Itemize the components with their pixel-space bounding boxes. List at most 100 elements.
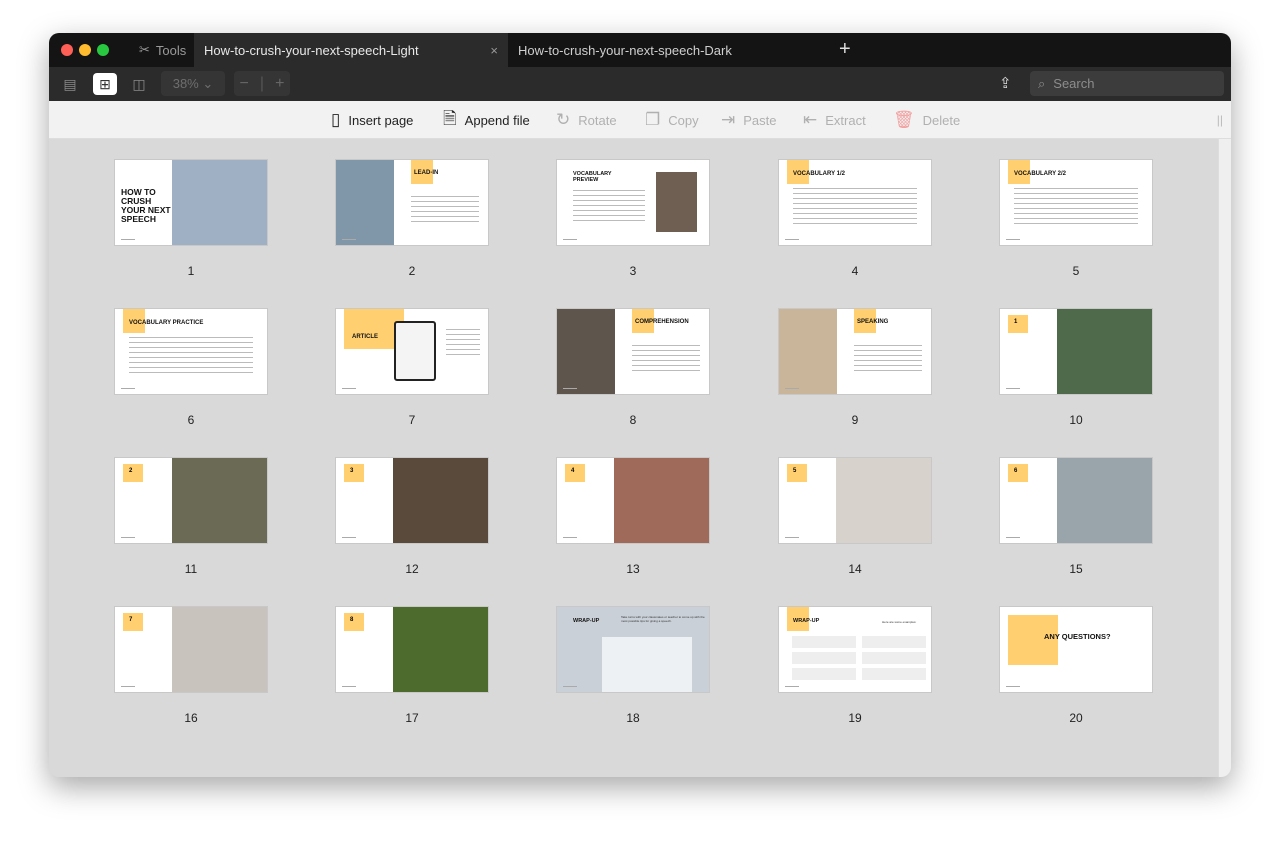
slide-text-lines — [446, 329, 480, 359]
insert-page-button[interactable]: ▯ Insert page — [331, 101, 413, 139]
slide-preview: LEAD-IN — [336, 160, 488, 245]
tab-dark[interactable]: How-to-crush-your-next-speech-Dark — [508, 33, 818, 67]
zoom-select[interactable]: 38% ⌄ — [161, 71, 225, 96]
extract-button[interactable]: ⇤ Extract — [803, 101, 866, 139]
page-thumbnail[interactable]: 8 17 — [336, 607, 488, 725]
tools-icon: ✂ — [139, 42, 150, 57]
app-window: ✂ Tools How-to-crush-your-next-speech-Lig… — [49, 33, 1231, 777]
slide-preview: 1 — [1000, 309, 1152, 394]
slide-preview: ARTICLE — [336, 309, 488, 394]
slide-title: WRAP-UP — [793, 618, 820, 624]
paste-icon: ⇥ — [721, 110, 736, 129]
slide-photo — [1057, 458, 1152, 543]
page-thumbnail[interactable]: 3 12 — [336, 458, 488, 576]
share-icon[interactable]: ⇪ — [999, 74, 1012, 92]
slide-text-lines — [854, 345, 922, 375]
search-input[interactable]: ⌕ Search — [1030, 71, 1224, 96]
close-tab-icon[interactable]: × — [490, 43, 498, 58]
page-thumbnail[interactable]: VOCABULARY 2/2 5 — [1000, 160, 1152, 278]
slide-photo — [172, 458, 267, 543]
slide-badge: 3 — [344, 464, 364, 482]
slide-preview: 6 — [1000, 458, 1152, 543]
slide-preview: 5 — [779, 458, 931, 543]
trash-icon: 🗑 — [893, 110, 915, 129]
page-thumbnail[interactable]: WRAP-UP Here are some examples: 19 — [779, 607, 931, 725]
slide-preview: 2 — [115, 458, 267, 543]
page-thumbnail[interactable]: 5 14 — [779, 458, 931, 576]
slide-title: VOCABULARY PRACTICE — [129, 320, 204, 326]
slide-photo — [393, 607, 488, 692]
slide-title: VOCABULARY 2/2 — [1014, 171, 1067, 177]
page-thumbnail[interactable]: 6 15 — [1000, 458, 1152, 576]
slide-text: Here are some examples: — [882, 620, 917, 624]
slide-title: HOW TO CRUSH YOUR NEXT SPEECH — [121, 187, 171, 224]
scrollbar[interactable] — [1218, 139, 1231, 777]
page-thumbnail[interactable]: LEAD-IN 2 — [336, 160, 488, 278]
page-thumbnail[interactable]: VOCABULARY PREVIEW 3 — [557, 160, 709, 278]
page-number: 9 — [851, 413, 859, 427]
delete-button[interactable]: 🗑 Delete — [893, 101, 960, 139]
grid-view-icon[interactable]: ⊞ — [93, 73, 117, 95]
zoom-stepper[interactable]: − | + — [234, 71, 290, 96]
slide-title: COMPREHENSION — [635, 319, 689, 325]
page-thumbnail[interactable]: 4 13 — [557, 458, 709, 576]
page-actions-bar: ▯ Insert page 🗎 Append file ↻ Rotate ❐ Copy … — [49, 101, 1231, 139]
page-thumbnail[interactable]: COMPREHENSION 8 — [557, 309, 709, 427]
slide-preview: 8 — [336, 607, 488, 692]
copy-button[interactable]: ❐ Copy — [645, 101, 699, 139]
page-number: 5 — [1072, 264, 1080, 278]
slide-text-lines — [411, 196, 479, 226]
tab-light[interactable]: How-to-crush-your-next-speech-Light × — [194, 33, 508, 67]
slide-photo — [656, 172, 697, 232]
whiteboard-image — [602, 637, 692, 692]
slide-title: LEAD-IN — [414, 170, 439, 176]
page-number: 8 — [629, 413, 637, 427]
slide-badge: 6 — [1008, 464, 1028, 482]
page-thumbnail[interactable]: VOCABULARY 1/2 4 — [779, 160, 931, 278]
page-number: 2 — [408, 264, 416, 278]
page-number: 4 — [851, 264, 859, 278]
slide-title: WRAP-UP — [573, 618, 600, 624]
page-number: 13 — [626, 562, 640, 576]
slide-badge: 8 — [344, 613, 364, 631]
page-thumbnail[interactable]: SPEAKING 9 — [779, 309, 931, 427]
slide-text-lines — [129, 337, 253, 377]
page-thumbnail[interactable]: 1 10 — [1000, 309, 1152, 427]
slide-preview: 7 — [115, 607, 267, 692]
slide-photo — [1057, 309, 1152, 394]
maximize-window-button[interactable] — [97, 44, 109, 56]
slide-title: SPEAKING — [857, 319, 889, 325]
sidebar-view-icon[interactable]: ▤ — [58, 73, 82, 95]
tablet-image — [394, 321, 436, 381]
page-thumbnail[interactable]: ANY QUESTIONS? 20 — [1000, 607, 1152, 725]
two-page-view-icon[interactable]: ◫ — [127, 73, 151, 95]
slide-preview: COMPREHENSION — [557, 309, 709, 394]
page-thumbnail[interactable]: ARTICLE 7 — [336, 309, 488, 427]
slide-text-lines — [573, 190, 645, 225]
page-thumbnail[interactable]: 7 16 — [115, 607, 267, 725]
zoom-out-icon[interactable]: − — [240, 75, 249, 93]
close-window-button[interactable] — [61, 44, 73, 56]
toolbar: ▤ ⊞ ◫ 38% ⌄ − | + ⇪ ⌕ Search — [49, 67, 1231, 101]
page-thumbnail[interactable]: HOW TO CRUSH YOUR NEXT SPEECH 1 — [115, 160, 267, 278]
toolbar-grip-icon[interactable]: || — [1217, 113, 1223, 127]
append-file-button[interactable]: 🗎 Append file — [443, 101, 530, 139]
slide-preview: ANY QUESTIONS? — [1000, 607, 1152, 692]
page-grid: HOW TO CRUSH YOUR NEXT SPEECH 1 LEAD-IN 2 VO… — [49, 139, 1218, 777]
paste-button[interactable]: ⇥ Paste — [721, 101, 777, 139]
slide-title: VOCABULARY 1/2 — [793, 171, 846, 177]
slide-photo — [614, 458, 709, 543]
tools-button[interactable]: ✂ Tools — [139, 33, 186, 67]
slide-text-lines — [632, 345, 700, 375]
page-thumbnail[interactable]: 2 11 — [115, 458, 267, 576]
slide-preview: 4 — [557, 458, 709, 543]
page-thumbnail[interactable]: VOCABULARY PRACTICE 6 — [115, 309, 267, 427]
minimize-window-button[interactable] — [79, 44, 91, 56]
rotate-button[interactable]: ↻ Rotate — [556, 101, 617, 139]
slide-text-lines — [793, 188, 917, 228]
slide-preview: VOCABULARY PRACTICE — [115, 309, 267, 394]
page-thumbnail[interactable]: WRAP-UP Take turns with your classmates o… — [557, 607, 709, 725]
page-number: 19 — [848, 711, 862, 725]
new-tab-button[interactable]: + — [839, 38, 851, 61]
zoom-in-icon[interactable]: + — [275, 75, 284, 93]
